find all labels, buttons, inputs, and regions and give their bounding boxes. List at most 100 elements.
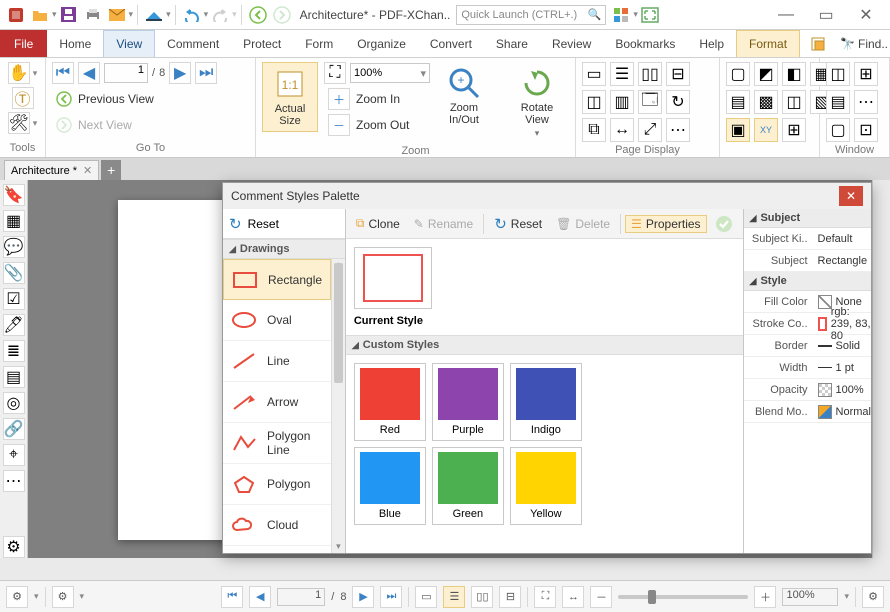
pd-fit-visible-button[interactable]: ⤢ <box>638 118 662 142</box>
minimize-button[interactable]: — <box>766 3 806 27</box>
zoom-select[interactable]: 100%▾ <box>350 63 430 83</box>
destinations-pane-button[interactable]: ◎ <box>3 392 25 414</box>
clone-button[interactable]: ⧉Clone <box>350 214 406 233</box>
prop-stroke-value[interactable]: rgb: 239, 83, 80 <box>814 306 871 342</box>
palette-item-polygon-line[interactable]: Polygon Line <box>223 423 331 464</box>
zoom-in-button[interactable]: ＋ Zoom In <box>324 88 430 110</box>
pd-two-continuous-button[interactable]: ⊟ <box>666 62 690 86</box>
fmt-a-button[interactable]: ▢ <box>726 62 750 86</box>
palette-list-scrollbar[interactable]: ▴▾ <box>331 259 345 553</box>
pd-continuous-button[interactable]: ☰ <box>610 62 634 86</box>
zoom-inout-button[interactable]: + Zoom In/Out <box>436 62 492 130</box>
email-icon[interactable] <box>108 6 126 24</box>
sb-options-left-button[interactable]: ⚙ <box>6 586 28 608</box>
add-tab-button[interactable]: + <box>101 160 121 180</box>
palette-item-arrow[interactable]: Arrow <box>223 382 331 423</box>
email-dropdown-icon[interactable]: ▾ <box>129 9 134 20</box>
prop-width-value[interactable]: 1 pt <box>814 362 871 374</box>
open-icon[interactable] <box>31 6 49 24</box>
pd-rotate-right-button[interactable]: ↻ <box>666 90 690 114</box>
win-close-all-button[interactable]: ▢ <box>826 118 850 142</box>
print-icon[interactable] <box>84 6 102 24</box>
sb-prev-page-button[interactable]: ◀ <box>249 586 271 608</box>
sb-last-page-button[interactable]: ⏭ <box>380 586 402 608</box>
thumbnails-pane-button[interactable]: ▦ <box>3 210 25 232</box>
win-split-button[interactable]: ◫ <box>826 62 850 86</box>
page-number-input[interactable]: 1 <box>104 63 148 83</box>
props-style-header[interactable]: ◢Style <box>744 272 871 291</box>
zoom-out-button[interactable]: － Zoom Out <box>324 114 430 136</box>
previous-view-button[interactable]: Previous View <box>52 88 158 110</box>
win-arrange-button[interactable]: ⊡ <box>854 118 878 142</box>
palette-item-rectangle[interactable]: Rectangle <box>223 259 331 300</box>
fmt-f-button[interactable]: ▩ <box>754 90 778 114</box>
sb-layout-cont-button[interactable]: ☰ <box>443 586 465 608</box>
next-page-button[interactable]: ▶ <box>169 62 191 84</box>
scan-dropdown-icon[interactable]: ▾ <box>166 9 171 20</box>
attachments-pane-button[interactable]: 📎 <box>3 262 25 284</box>
pd-page-trans-button[interactable]: ⋯ <box>666 118 690 142</box>
prop-border-value[interactable]: Solid <box>814 340 871 352</box>
rotate-view-button[interactable]: Rotate View▾ <box>509 62 565 143</box>
menu-home[interactable]: Home <box>47 30 103 57</box>
undo-icon[interactable] <box>183 6 201 24</box>
palette-item-pencil[interactable]: Pencil <box>223 546 331 553</box>
sb-next-page-button[interactable]: ▶ <box>352 586 374 608</box>
prop-blend-value[interactable]: Normal <box>814 405 871 419</box>
menu-form[interactable]: Form <box>293 30 345 57</box>
palette-item-oval[interactable]: Oval <box>223 300 331 341</box>
tags-pane-button[interactable]: ⌖ <box>3 444 25 466</box>
swatch-red[interactable]: Red <box>354 363 426 441</box>
quick-launch-input[interactable]: Quick Launch (CTRL+.) 🔍 <box>456 5 606 25</box>
signatures-pane-button[interactable]: 🖊 <box>3 314 25 336</box>
palette-item-polygon[interactable]: Polygon <box>223 464 331 505</box>
sb-options-dropdown-icon[interactable]: ▾ <box>34 591 39 602</box>
sb-fit-page-button[interactable]: ⛶ <box>534 586 556 608</box>
palette-close-button[interactable]: ✕ <box>839 186 863 206</box>
menu-file[interactable]: File <box>0 30 47 57</box>
swatch-green[interactable]: Green <box>432 447 504 525</box>
first-page-button[interactable]: ⏮ <box>52 62 74 84</box>
menu-protect[interactable]: Protect <box>231 30 293 57</box>
properties-button[interactable]: ☰Properties <box>625 215 706 233</box>
menu-organize[interactable]: Organize <box>345 30 418 57</box>
prop-subject-value[interactable]: Rectangle <box>814 255 871 267</box>
content-pane-button[interactable]: ▤ <box>3 366 25 388</box>
vertical-scrollbar[interactable] <box>872 180 890 558</box>
select-text-tool-button[interactable]: Ⓣ <box>12 87 34 109</box>
menu-help[interactable]: Help <box>687 30 736 57</box>
last-page-button[interactable]: ⏭ <box>195 62 217 84</box>
fmt-g-button[interactable]: ◫ <box>782 90 806 114</box>
current-style-box[interactable] <box>354 247 432 309</box>
palette-item-cloud[interactable]: Cloud <box>223 505 331 546</box>
menu-comment[interactable]: Comment <box>155 30 231 57</box>
sb-zoom-dropdown-icon[interactable]: ▾ <box>844 591 849 602</box>
hand-dropdown-icon[interactable]: ▾ <box>33 68 38 79</box>
sb-first-page-button[interactable]: ⏮ <box>221 586 243 608</box>
reset-button[interactable]: ↻Reset <box>488 213 548 235</box>
other-tools-dropdown-icon[interactable]: ▾ <box>33 118 38 129</box>
sb-options2-dropdown-icon[interactable]: ▾ <box>80 591 85 602</box>
open-dropdown-icon[interactable]: ▾ <box>52 9 57 20</box>
close-button[interactable]: ✕ <box>846 3 886 27</box>
fmt-b-button[interactable]: ◩ <box>754 62 778 86</box>
prop-opacity-value[interactable]: 100% <box>814 383 871 397</box>
prev-page-button[interactable]: ◀ <box>78 62 100 84</box>
pd-page-layout-button[interactable]: ⧉ <box>582 118 606 142</box>
fields-pane-button[interactable]: ☑ <box>3 288 25 310</box>
pane-options-button[interactable]: ⚙ <box>3 536 25 558</box>
menu-format[interactable]: Format <box>736 30 800 57</box>
scan-icon[interactable] <box>145 6 163 24</box>
ui-options-dropdown-icon[interactable]: ▾ <box>633 9 638 20</box>
sb-options-left2-button[interactable]: ⚙ <box>52 586 74 608</box>
ui-options-icon[interactable] <box>612 6 630 24</box>
fmt-e-button[interactable]: ▤ <box>726 90 750 114</box>
document-tab[interactable]: Architecture * ✕ <box>4 160 99 180</box>
fullscreen-icon[interactable] <box>641 6 659 24</box>
palette-item-line[interactable]: Line <box>223 341 331 382</box>
pd-two-pages-button[interactable]: ▯▯ <box>638 62 662 86</box>
save-icon[interactable] <box>60 6 78 24</box>
palette-left-reset-button[interactable]: ↻ Reset <box>223 209 345 239</box>
win-new-button[interactable]: ⊞ <box>854 62 878 86</box>
sb-bottom-gear-button[interactable]: ⚙ <box>862 586 884 608</box>
